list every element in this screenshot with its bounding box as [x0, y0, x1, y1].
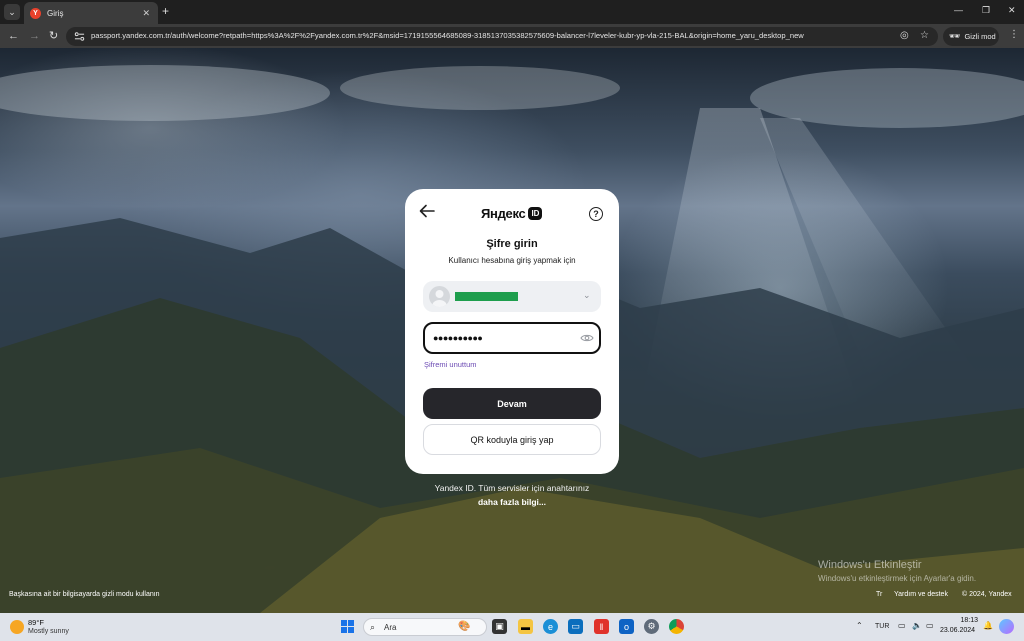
- yandex-id-logo: Яндекс ID: [481, 206, 543, 221]
- logo-text: Яндекс: [481, 206, 526, 221]
- restore-icon[interactable]: ❐: [982, 5, 990, 16]
- notification-bell-icon[interactable]: 🔔: [983, 621, 993, 630]
- minimize-icon[interactable]: —: [954, 5, 963, 15]
- more-info-link[interactable]: daha fazla bilgi...: [405, 497, 619, 507]
- clock-date[interactable]: 23.06.2024: [940, 627, 975, 634]
- tab-search-chevron-icon[interactable]: ⌄: [4, 4, 20, 20]
- copyright: © 2024, Yandex: [962, 591, 1012, 598]
- eye-off-icon[interactable]: ◎: [900, 30, 909, 41]
- chrome-icon[interactable]: [669, 619, 684, 634]
- search-highlight-icon: 🎨: [458, 621, 471, 632]
- app-icon[interactable]: ‖: [594, 619, 609, 634]
- browser-toolbar: ← → ↻ passport.yandex.com.tr/auth/welcom…: [0, 24, 1024, 48]
- continue-button[interactable]: Devam: [423, 388, 601, 419]
- weather-description[interactable]: Mostly sunny: [28, 628, 69, 635]
- browser-menu-icon[interactable]: ⋮: [1009, 29, 1019, 40]
- site-settings-icon[interactable]: [74, 31, 85, 42]
- search-label: Ara: [384, 623, 397, 632]
- yandex-favicon-icon: Y: [30, 7, 41, 19]
- account-selector[interactable]: ⌄: [423, 281, 601, 312]
- show-password-eye-icon[interactable]: [580, 333, 594, 343]
- forgot-password-link[interactable]: Şifremi unuttum: [424, 360, 477, 369]
- taskbar-search[interactable]: ⌕ Ara 🎨: [363, 618, 487, 636]
- logo-id-badge: ID: [528, 207, 543, 220]
- search-icon: ⌕: [370, 622, 376, 632]
- address-bar[interactable]: passport.yandex.com.tr/auth/welcome?retp…: [66, 27, 938, 46]
- tab-title: Giriş: [47, 8, 64, 18]
- user-silhouette-icon: [432, 290, 447, 307]
- page-subtitle: Kullanıcı hesabına giriş yapmak için: [448, 256, 576, 265]
- incognito-indicator[interactable]: 🕶 Gizli mod: [943, 27, 999, 46]
- login-card: Яндекс ID ? Şifre girin Kullanıcı hesabı…: [405, 189, 619, 474]
- file-explorer-icon[interactable]: ▬: [518, 619, 533, 634]
- weather-temperature[interactable]: 89°F: [28, 618, 44, 627]
- windows-activation-subtitle: Windows'u etkinleştirmek için Ayarlar'a …: [818, 574, 977, 583]
- incognito-note: Başkasına ait bir bilgisayarda gizli mod…: [9, 591, 160, 598]
- password-input[interactable]: ●●●●●●●●●●: [423, 322, 601, 354]
- help-icon[interactable]: ?: [589, 207, 603, 221]
- tray-chevron-up-icon[interactable]: ⌃: [856, 621, 863, 630]
- avatar: [429, 286, 450, 307]
- help-support-link[interactable]: Yardım ve destek: [894, 591, 948, 598]
- copilot-icon[interactable]: [999, 619, 1014, 634]
- incognito-icon: 🕶: [949, 31, 961, 41]
- edge-icon[interactable]: e: [543, 619, 558, 634]
- close-window-icon[interactable]: ✕: [1008, 5, 1016, 16]
- input-language[interactable]: TUR: [875, 623, 889, 630]
- masked-account-name: [455, 292, 518, 301]
- task-view-icon[interactable]: ▣: [492, 619, 507, 634]
- chevron-down-icon[interactable]: ⌄: [583, 290, 591, 301]
- page-background: Яндекс ID ? Şifre girin Kullanıcı hesabı…: [0, 48, 1024, 613]
- reload-icon[interactable]: ↻: [49, 29, 58, 43]
- password-value[interactable]: ●●●●●●●●●●: [433, 333, 483, 343]
- forward-icon[interactable]: →: [29, 29, 40, 43]
- windows-start-icon[interactable]: [341, 620, 354, 633]
- language-switch[interactable]: Tr: [876, 591, 882, 598]
- windows-activation-title: Windows'u Etkinleştir: [818, 559, 922, 571]
- bookmark-star-icon[interactable]: ☆: [920, 30, 929, 41]
- tab-close-icon[interactable]: ✕: [142, 8, 150, 19]
- qr-login-button[interactable]: QR koduyla giriş yap: [423, 424, 601, 455]
- settings-gear-icon[interactable]: ⚙: [644, 619, 659, 634]
- battery-icon[interactable]: ▭: [926, 621, 934, 630]
- back-icon[interactable]: ←: [8, 29, 19, 43]
- new-tab-plus-icon[interactable]: +: [162, 4, 169, 18]
- network-icon[interactable]: ▭: [898, 621, 906, 630]
- clock-time[interactable]: 18:13: [956, 617, 978, 624]
- weather-sun-icon[interactable]: [10, 620, 24, 634]
- windows-taskbar: 89°F Mostly sunny ⌕ Ara 🎨 ▣ ▬ e ▭ ‖ o ⚙ …: [0, 613, 1024, 641]
- tab-strip: ⌄ Y Giriş ✕ + — ❐ ✕: [0, 0, 1024, 24]
- tab-giris[interactable]: Y Giriş ✕: [24, 2, 158, 24]
- back-arrow-icon[interactable]: [419, 204, 435, 218]
- incognito-label: Gizli mod: [964, 32, 996, 41]
- tagline: Yandex ID. Tüm servisler için anahtarını…: [434, 483, 590, 493]
- url-text[interactable]: passport.yandex.com.tr/auth/welcome?retp…: [91, 31, 804, 40]
- volume-icon[interactable]: 🔈: [912, 621, 922, 630]
- outlook-icon[interactable]: o: [619, 619, 634, 634]
- remote-desktop-icon[interactable]: ▭: [568, 619, 583, 634]
- page-title: Şifre girin: [486, 238, 538, 250]
